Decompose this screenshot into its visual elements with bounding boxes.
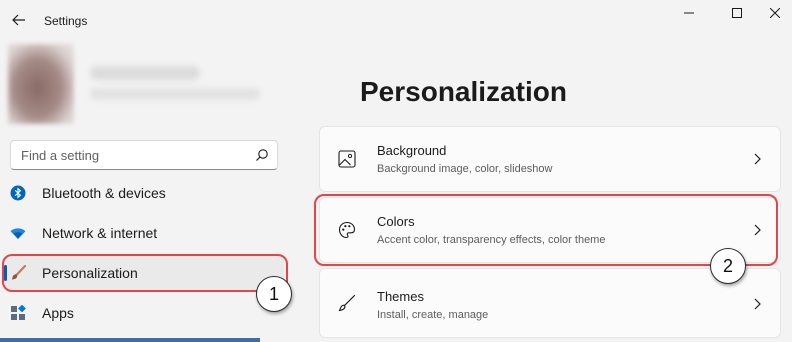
sidebar-item-network-internet[interactable]: Network & internet [4, 216, 284, 250]
apps-icon [10, 305, 26, 321]
image-icon [337, 149, 357, 169]
search-input[interactable] [11, 141, 247, 169]
avatar [8, 44, 74, 124]
close-button[interactable] [752, 0, 792, 26]
search-box [10, 140, 278, 170]
sidebar-item-label: Apps [42, 305, 74, 321]
sidebar-item-bluetooth-devices[interactable]: Bluetooth & devices [4, 176, 284, 210]
card-subtitle: Install, create, manage [377, 309, 489, 321]
wifi-icon [10, 225, 26, 241]
sidebar-item-label: Bluetooth & devices [42, 185, 166, 201]
back-button[interactable] [9, 10, 29, 30]
minimize-icon [684, 12, 694, 14]
minimize-button[interactable] [666, 0, 712, 26]
themes-setting-card[interactable]: Themes Install, create, manage [319, 268, 781, 338]
page-title: Personalization [360, 76, 567, 107]
chevron-right-icon [754, 298, 761, 310]
card-subtitle: Background image, color, slideshow [377, 163, 553, 175]
callout-badge-1: 1 [256, 276, 292, 312]
sidebar-item-apps[interactable]: Apps [4, 296, 284, 330]
user-profile[interactable] [8, 44, 268, 124]
maximize-icon [732, 8, 742, 18]
sidebar-item-label: Network & internet [42, 225, 158, 241]
blurred-user-name [90, 66, 200, 80]
blurred-user-email [90, 88, 260, 100]
card-title: Background [377, 143, 447, 158]
pen-brush-icon [337, 293, 357, 313]
back-arrow-icon [12, 14, 25, 26]
close-icon [770, 8, 780, 18]
bluetooth-icon [10, 185, 26, 201]
chevron-right-icon [754, 153, 761, 165]
taskbar-edge [0, 338, 260, 342]
card-title: Themes [377, 289, 424, 304]
colors-highlight [314, 194, 778, 266]
search-icon[interactable] [255, 148, 269, 162]
personalization-highlight [2, 254, 288, 292]
title-bar: Settings [0, 0, 792, 42]
app-title: Settings [44, 14, 88, 28]
background-setting-card[interactable]: Background Background image, color, slid… [319, 126, 781, 192]
callout-badge-2: 2 [710, 248, 746, 284]
